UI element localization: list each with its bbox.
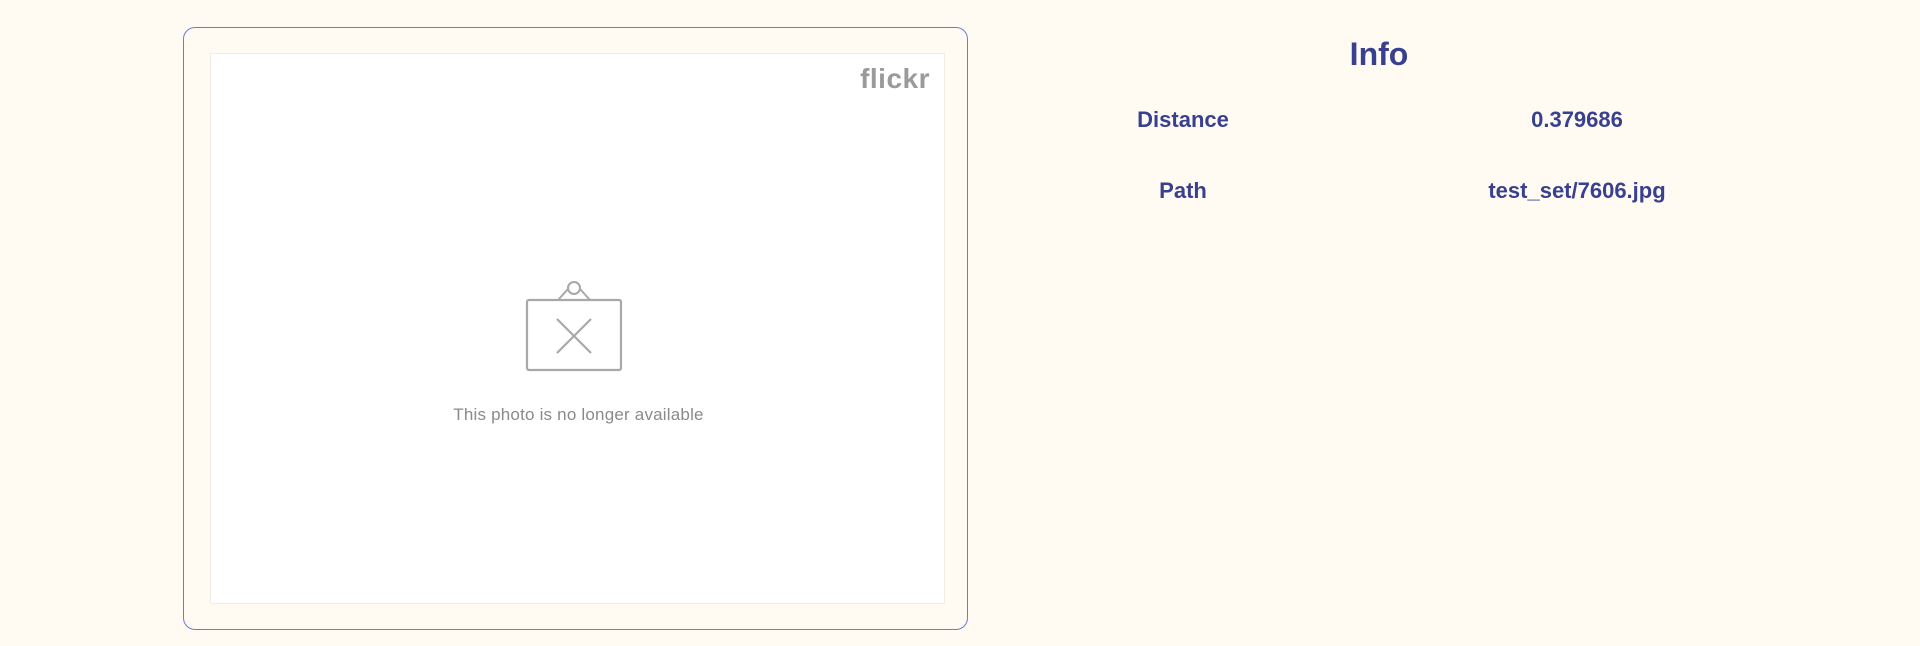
result-page: flickr This photo is no longer available… <box>0 0 1920 646</box>
path-label: Path <box>1159 178 1207 203</box>
broken-image-icon <box>525 281 623 372</box>
unavailable-message: This photo is no longer available <box>453 405 704 424</box>
photo-frame: flickr This photo is no longer available <box>210 53 945 604</box>
flickr-logo: flickr <box>860 63 930 94</box>
info-title: Info <box>1349 36 1409 72</box>
distance-value: 0.379686 <box>1531 107 1623 132</box>
distance-label: Distance <box>1137 107 1229 132</box>
path-value: test_set/7606.jpg <box>1488 178 1666 203</box>
image-card: flickr This photo is no longer available <box>183 27 968 630</box>
